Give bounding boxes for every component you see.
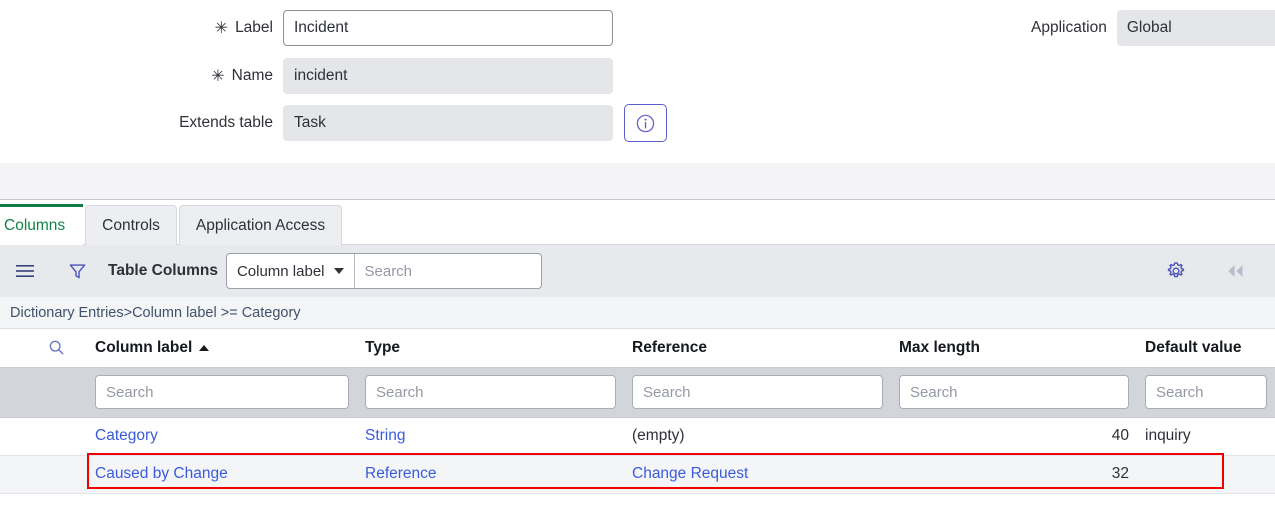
- gear-icon: [1167, 262, 1185, 278]
- application-value[interactable]: Global: [1116, 10, 1275, 46]
- link-column-label[interactable]: Category: [87, 427, 357, 445]
- tab-application-access[interactable]: Application Access: [178, 205, 343, 245]
- cell-max-length: 40: [891, 417, 1137, 456]
- filter-cell-empty: [0, 367, 87, 418]
- filter-cell-reference: Search: [624, 367, 891, 418]
- column-filter-row: Search Search Search Search Search: [0, 367, 1275, 418]
- header-reference-text: Reference: [632, 338, 707, 356]
- sort-ascending-icon: [199, 344, 210, 351]
- header-default-value-text: Default value: [1145, 338, 1242, 356]
- cell-default-value: [1137, 455, 1275, 494]
- filter-input-reference[interactable]: Search: [632, 375, 883, 409]
- label-field-label-text: Label: [235, 19, 273, 36]
- columns-table: Column label Type Reference Max length D…: [0, 329, 1275, 494]
- filter-input-column-label[interactable]: Search: [95, 375, 349, 409]
- header-max-length-text: Max length: [899, 338, 980, 356]
- name-field-label-text: Name: [231, 67, 273, 84]
- hamburger-menu-button[interactable]: [10, 256, 40, 286]
- link-type[interactable]: Reference: [357, 465, 624, 483]
- filter-button[interactable]: [62, 256, 92, 286]
- cell-reference: (empty): [624, 417, 891, 456]
- header-column-label[interactable]: Column label: [87, 329, 357, 368]
- cell-type: Reference: [357, 455, 624, 494]
- breadcrumb[interactable]: Dictionary Entries>Column label >= Categ…: [0, 297, 1275, 329]
- filter-cell-default-value: Search: [1137, 367, 1275, 418]
- breadcrumb-text: Dictionary Entries>Column label >= Categ…: [10, 304, 301, 321]
- filter-input-max-length[interactable]: Search: [899, 375, 1129, 409]
- table-header-row: Column label Type Reference Max length D…: [0, 329, 1275, 368]
- hamburger-menu-icon: [16, 265, 34, 277]
- header-max-length[interactable]: Max length: [891, 329, 1137, 368]
- form-row-name: ✳ Name incident: [0, 58, 613, 94]
- table-row[interactable]: Category String (empty) 40 inquiry: [0, 417, 1275, 456]
- list-search-combo: Column label Search: [225, 253, 542, 289]
- info-circle-icon: [636, 114, 655, 132]
- link-type[interactable]: String: [357, 427, 624, 445]
- funnel-filter-icon: [69, 263, 85, 278]
- list-toolbar: Table Columns Column label Search: [0, 245, 1275, 297]
- list-title: Table Columns: [108, 262, 218, 279]
- cell-default-value: inquiry: [1137, 417, 1275, 456]
- collapse-panel-button[interactable]: [1221, 256, 1251, 286]
- header-type-text: Type: [365, 338, 401, 356]
- text-default-value: inquiry: [1145, 427, 1191, 444]
- form-row-label: ✳ Label Incident: [0, 10, 613, 46]
- text-max-length: 40: [1111, 427, 1129, 444]
- cell-type: String: [357, 417, 624, 456]
- filter-cell-type: Search: [357, 367, 624, 418]
- row-select-cell[interactable]: [0, 455, 87, 494]
- filter-input-type[interactable]: Search: [365, 375, 616, 409]
- tab-controls[interactable]: Controls: [85, 205, 177, 245]
- double-chevron-left-icon: [1228, 265, 1243, 277]
- table-row[interactable]: Caused by Change Reference Change Reques…: [0, 455, 1275, 494]
- name-input[interactable]: incident: [283, 58, 613, 94]
- name-field-label: ✳ Name: [0, 67, 283, 85]
- search-field-selector[interactable]: Column label: [227, 254, 355, 288]
- header-search-cell: [0, 329, 87, 368]
- search-icon[interactable]: [48, 339, 65, 356]
- cell-column-label: Category: [87, 417, 357, 456]
- required-marker-icon: ✳: [211, 68, 225, 85]
- header-type[interactable]: Type: [357, 329, 624, 368]
- text-reference: (empty): [632, 427, 685, 444]
- row-select-cell[interactable]: [0, 417, 87, 456]
- filter-cell-max-length: Search: [891, 367, 1137, 418]
- form-row-extends-table: Extends table Task: [0, 105, 613, 141]
- extends-table-label-text: Extends table: [179, 114, 273, 131]
- label-field-label: ✳ Label: [0, 19, 283, 37]
- tab-columns[interactable]: Columns: [0, 204, 84, 245]
- table-definition-form: ✳ Label Incident ✳ Name incident Extends…: [0, 0, 1275, 163]
- tab-strip: Columns Controls Application Access: [0, 200, 1275, 245]
- info-circle-icon-button[interactable]: [624, 104, 667, 142]
- cell-reference: Change Request: [624, 455, 891, 494]
- chevron-down-icon: [333, 268, 344, 274]
- filter-input-default-value[interactable]: Search: [1145, 375, 1267, 409]
- extends-table-input[interactable]: Task: [283, 105, 613, 141]
- header-default-value[interactable]: Default value: [1137, 329, 1275, 368]
- page-root: ✳ Label Incident ✳ Name incident Extends…: [0, 0, 1275, 521]
- filter-cell-column-label: Search: [87, 367, 357, 418]
- label-input[interactable]: Incident: [283, 10, 613, 46]
- search-field-selector-label: Column label: [236, 262, 325, 280]
- header-column-label-text: Column label: [95, 338, 193, 356]
- application-field: Application Global: [1031, 10, 1275, 46]
- link-column-label[interactable]: Caused by Change: [87, 465, 357, 483]
- text-max-length: 32: [1111, 465, 1129, 482]
- gear-button[interactable]: [1161, 256, 1191, 286]
- required-marker-icon: ✳: [214, 20, 229, 37]
- section-separator: [0, 163, 1275, 200]
- link-reference[interactable]: Change Request: [624, 465, 891, 483]
- cell-column-label: Caused by Change: [87, 455, 357, 494]
- list-search-input[interactable]: Search: [355, 254, 541, 288]
- application-field-label: Application: [1031, 19, 1107, 36]
- extends-table-field-label: Extends table: [0, 114, 283, 132]
- cell-max-length: 32: [891, 455, 1137, 494]
- header-reference[interactable]: Reference: [624, 329, 891, 368]
- toolbar-right-actions: [1161, 256, 1261, 286]
